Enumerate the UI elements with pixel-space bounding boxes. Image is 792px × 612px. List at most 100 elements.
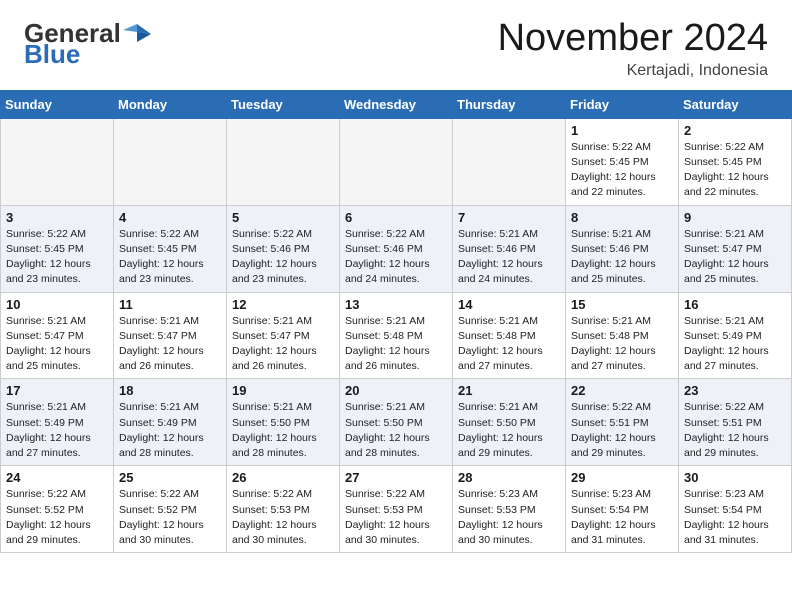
day-number: 8 <box>571 210 673 225</box>
day-info: Sunrise: 5:21 AM Sunset: 5:47 PM Dayligh… <box>232 314 334 375</box>
calendar-cell: 21 Sunrise: 5:21 AM Sunset: 5:50 PM Dayli… <box>453 379 566 466</box>
day-number: 22 <box>571 383 673 398</box>
weekday-header: Monday <box>114 90 227 118</box>
calendar-week-row: 3 Sunrise: 5:22 AM Sunset: 5:45 PM Daylig… <box>1 205 792 292</box>
day-number: 18 <box>119 383 221 398</box>
calendar-cell: 17 Sunrise: 5:21 AM Sunset: 5:49 PM Dayli… <box>1 379 114 466</box>
day-info: Sunrise: 5:21 AM Sunset: 5:49 PM Dayligh… <box>6 400 108 461</box>
day-number: 23 <box>684 383 786 398</box>
day-number: 19 <box>232 383 334 398</box>
day-info: Sunrise: 5:21 AM Sunset: 5:50 PM Dayligh… <box>458 400 560 461</box>
weekday-header: Saturday <box>679 90 792 118</box>
day-number: 24 <box>6 470 108 485</box>
page-header: General Blue November 2024 Kertajadi, In… <box>0 0 792 90</box>
day-number: 4 <box>119 210 221 225</box>
day-info: Sunrise: 5:21 AM Sunset: 5:49 PM Dayligh… <box>119 400 221 461</box>
day-info: Sunrise: 5:21 AM Sunset: 5:48 PM Dayligh… <box>458 314 560 375</box>
calendar-cell: 7Sunrise: 5:21 AM Sunset: 5:46 PM Daylig… <box>453 205 566 292</box>
calendar-cell: 15Sunrise: 5:21 AM Sunset: 5:48 PM Dayli… <box>566 292 679 379</box>
calendar-cell: 20 Sunrise: 5:21 AM Sunset: 5:50 PM Dayli… <box>340 379 453 466</box>
day-number: 12 <box>232 297 334 312</box>
day-number: 16 <box>684 297 786 312</box>
day-info: Sunrise: 5:22 AM Sunset: 5:45 PM Dayligh… <box>684 140 786 201</box>
calendar-cell: 10 Sunrise: 5:21 AM Sunset: 5:47 PM Dayli… <box>1 292 114 379</box>
day-number: 10 <box>6 297 108 312</box>
calendar-cell: 19 Sunrise: 5:21 AM Sunset: 5:50 PM Dayli… <box>227 379 340 466</box>
calendar-cell: 25Sunrise: 5:22 AM Sunset: 5:52 PM Dayli… <box>114 466 227 553</box>
day-info: Sunrise: 5:22 AM Sunset: 5:53 PM Dayligh… <box>232 487 334 548</box>
day-info: Sunrise: 5:21 AM Sunset: 5:48 PM Dayligh… <box>571 314 673 375</box>
day-number: 2 <box>684 123 786 138</box>
day-number: 29 <box>571 470 673 485</box>
day-number: 14 <box>458 297 560 312</box>
day-info: Sunrise: 5:21 AM Sunset: 5:50 PM Dayligh… <box>232 400 334 461</box>
calendar-cell: 23 Sunrise: 5:22 AM Sunset: 5:51 PM Dayli… <box>679 379 792 466</box>
day-number: 17 <box>6 383 108 398</box>
day-number: 3 <box>6 210 108 225</box>
weekday-header: Friday <box>566 90 679 118</box>
logo: General Blue <box>24 18 153 63</box>
month-title: November 2024 <box>498 18 768 60</box>
calendar-cell: 2 Sunrise: 5:22 AM Sunset: 5:45 PM Daylig… <box>679 118 792 205</box>
calendar-week-row: 17 Sunrise: 5:21 AM Sunset: 5:49 PM Dayli… <box>1 379 792 466</box>
day-number: 30 <box>684 470 786 485</box>
day-info: Sunrise: 5:23 AM Sunset: 5:54 PM Dayligh… <box>571 487 673 548</box>
day-info: Sunrise: 5:21 AM Sunset: 5:47 PM Dayligh… <box>6 314 108 375</box>
calendar-cell: 22 Sunrise: 5:22 AM Sunset: 5:51 PM Dayli… <box>566 379 679 466</box>
day-info: Sunrise: 5:22 AM Sunset: 5:46 PM Dayligh… <box>232 227 334 288</box>
day-number: 21 <box>458 383 560 398</box>
day-number: 20 <box>345 383 447 398</box>
day-number: 13 <box>345 297 447 312</box>
day-info: Sunrise: 5:21 AM Sunset: 5:50 PM Dayligh… <box>345 400 447 461</box>
calendar-cell: 1 Sunrise: 5:22 AM Sunset: 5:45 PM Daylig… <box>566 118 679 205</box>
calendar-cell <box>114 118 227 205</box>
calendar-cell <box>340 118 453 205</box>
day-info: Sunrise: 5:22 AM Sunset: 5:51 PM Dayligh… <box>684 400 786 461</box>
calendar-cell: 28 Sunrise: 5:23 AM Sunset: 5:53 PM Dayli… <box>453 466 566 553</box>
calendar-cell: 16 Sunrise: 5:21 AM Sunset: 5:49 PM Dayli… <box>679 292 792 379</box>
weekday-header-row: SundayMondayTuesdayWednesdayThursdayFrid… <box>1 90 792 118</box>
weekday-header: Sunday <box>1 90 114 118</box>
day-info: Sunrise: 5:21 AM Sunset: 5:47 PM Dayligh… <box>119 314 221 375</box>
day-info: Sunrise: 5:21 AM Sunset: 5:46 PM Dayligh… <box>571 227 673 288</box>
day-info: Sunrise: 5:23 AM Sunset: 5:53 PM Dayligh… <box>458 487 560 548</box>
calendar-table: SundayMondayTuesdayWednesdayThursdayFrid… <box>0 90 792 553</box>
day-info: Sunrise: 5:21 AM Sunset: 5:47 PM Dayligh… <box>684 227 786 288</box>
calendar-cell: 26 Sunrise: 5:22 AM Sunset: 5:53 PM Dayli… <box>227 466 340 553</box>
day-info: Sunrise: 5:21 AM Sunset: 5:48 PM Dayligh… <box>345 314 447 375</box>
day-number: 7 <box>458 210 560 225</box>
day-info: Sunrise: 5:23 AM Sunset: 5:54 PM Dayligh… <box>684 487 786 548</box>
day-info: Sunrise: 5:22 AM Sunset: 5:51 PM Dayligh… <box>571 400 673 461</box>
calendar-cell: 12 Sunrise: 5:21 AM Sunset: 5:47 PM Dayli… <box>227 292 340 379</box>
day-info: Sunrise: 5:22 AM Sunset: 5:45 PM Dayligh… <box>571 140 673 201</box>
calendar-cell: 9 Sunrise: 5:21 AM Sunset: 5:47 PM Daylig… <box>679 205 792 292</box>
calendar-cell: 27Sunrise: 5:22 AM Sunset: 5:53 PM Dayli… <box>340 466 453 553</box>
weekday-header: Tuesday <box>227 90 340 118</box>
day-info: Sunrise: 5:22 AM Sunset: 5:45 PM Dayligh… <box>6 227 108 288</box>
logo-blue-text: Blue <box>24 45 80 63</box>
day-info: Sunrise: 5:22 AM Sunset: 5:46 PM Dayligh… <box>345 227 447 288</box>
day-number: 26 <box>232 470 334 485</box>
calendar-cell: 4Sunrise: 5:22 AM Sunset: 5:45 PM Daylig… <box>114 205 227 292</box>
calendar-cell <box>453 118 566 205</box>
day-info: Sunrise: 5:22 AM Sunset: 5:52 PM Dayligh… <box>119 487 221 548</box>
day-info: Sunrise: 5:21 AM Sunset: 5:49 PM Dayligh… <box>684 314 786 375</box>
title-block: November 2024 Kertajadi, Indonesia <box>498 18 768 80</box>
calendar-cell: 6Sunrise: 5:22 AM Sunset: 5:46 PM Daylig… <box>340 205 453 292</box>
weekday-header: Wednesday <box>340 90 453 118</box>
logo-bird-icon <box>123 20 151 48</box>
calendar-week-row: 1 Sunrise: 5:22 AM Sunset: 5:45 PM Daylig… <box>1 118 792 205</box>
calendar-cell <box>227 118 340 205</box>
location-text: Kertajadi, Indonesia <box>498 62 768 80</box>
calendar-cell: 29 Sunrise: 5:23 AM Sunset: 5:54 PM Dayli… <box>566 466 679 553</box>
day-number: 11 <box>119 297 221 312</box>
calendar-cell: 24Sunrise: 5:22 AM Sunset: 5:52 PM Dayli… <box>1 466 114 553</box>
day-number: 9 <box>684 210 786 225</box>
calendar-cell: 14 Sunrise: 5:21 AM Sunset: 5:48 PM Dayli… <box>453 292 566 379</box>
calendar-cell: 30 Sunrise: 5:23 AM Sunset: 5:54 PM Dayli… <box>679 466 792 553</box>
calendar-cell: 11 Sunrise: 5:21 AM Sunset: 5:47 PM Dayli… <box>114 292 227 379</box>
day-number: 1 <box>571 123 673 138</box>
day-number: 28 <box>458 470 560 485</box>
day-number: 5 <box>232 210 334 225</box>
calendar-week-row: 24 Sunrise: 5:22 AM Sunset: 5:52 PM Dayli… <box>1 466 792 553</box>
